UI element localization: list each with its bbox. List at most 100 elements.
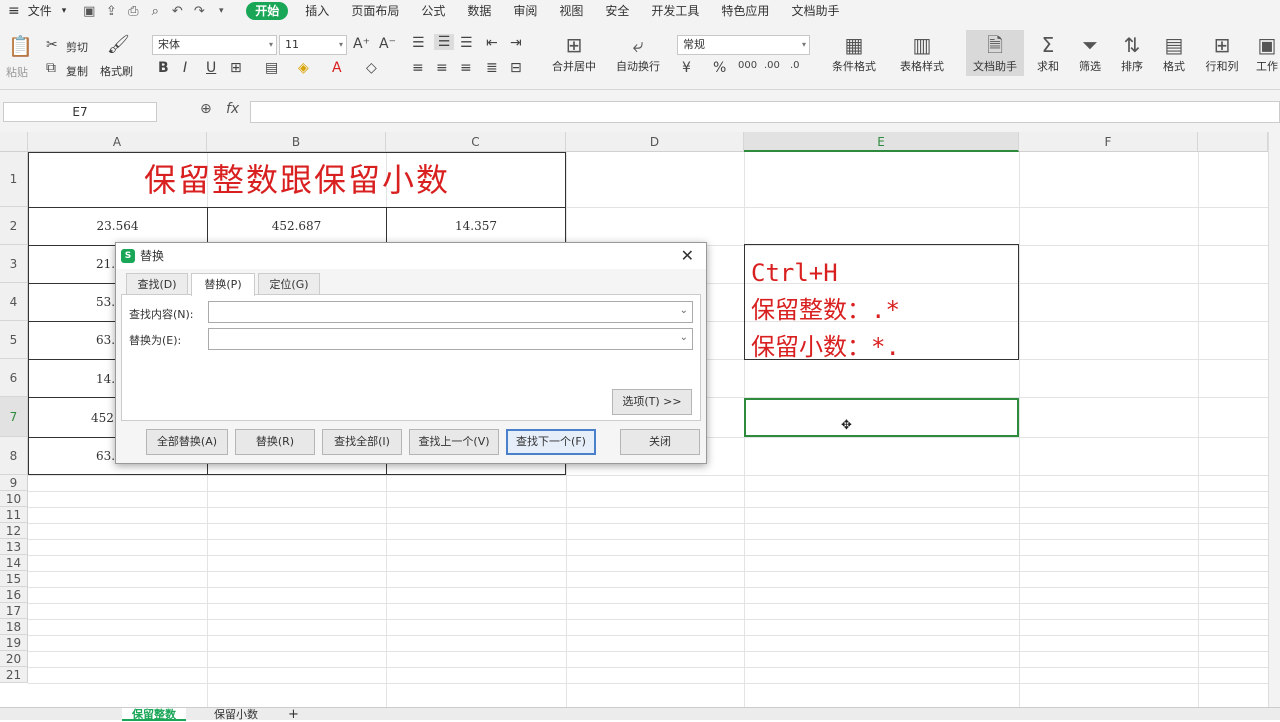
font-shrink-icon[interactable]: A⁻ [379, 36, 396, 52]
copy-icon[interactable]: ⧉ [46, 60, 56, 76]
options-button[interactable]: 选项(T) >> [612, 389, 692, 415]
indent-decrease-icon[interactable]: ⇤ [486, 35, 498, 51]
col-header-g[interactable] [1198, 132, 1268, 152]
replace-button[interactable]: 替换(R) [235, 429, 315, 455]
sheet-title[interactable]: 保留整数跟保留小数 [28, 152, 566, 207]
tab-find[interactable]: 查找(D) [126, 273, 188, 295]
format-painter-icon[interactable]: 🖌 [107, 34, 130, 55]
replace-all-button[interactable]: 全部替换(A) [146, 429, 228, 455]
auto-wrap-button[interactable]: ⤶ 自动换行 [610, 32, 666, 74]
replace-input[interactable]: ⌄ [208, 328, 693, 350]
align-left-icon[interactable]: ≡ [412, 60, 424, 76]
find-all-button[interactable]: 查找全部(I) [322, 429, 402, 455]
align-middle-icon[interactable]: ☰ [434, 34, 454, 50]
tab-home[interactable]: 开始 [246, 2, 289, 20]
row-header[interactable]: 18 [0, 619, 28, 635]
fill-color-icon[interactable]: ◈ [298, 60, 309, 76]
row-header[interactable]: 7 [0, 397, 28, 437]
tab-security[interactable]: 安全 [594, 0, 640, 22]
align-top-icon[interactable]: ☰ [412, 35, 425, 51]
tab-view[interactable]: 视图 [548, 0, 594, 22]
italic-button[interactable]: I [183, 60, 187, 76]
tab-replace[interactable]: 替换(P) [191, 273, 255, 296]
bold-button[interactable]: B [158, 60, 169, 76]
fill-style-icon[interactable]: ▤ [265, 60, 278, 76]
row-col-button[interactable]: ⊞ 行和列 [1200, 32, 1244, 74]
row-header[interactable]: 6 [0, 359, 28, 397]
tab-developer[interactable]: 开发工具 [640, 0, 710, 22]
zoom-icon[interactable]: ⊕ [200, 101, 212, 117]
font-grow-icon[interactable]: A⁺ [353, 36, 370, 52]
doc-assistant-button[interactable]: 🗎 文档助手 [966, 30, 1024, 76]
thousands-icon[interactable]: 000 [738, 60, 757, 71]
name-box[interactable]: E7 [3, 102, 157, 122]
row-header[interactable]: 2 [0, 207, 28, 245]
font-size-select[interactable]: 11 ▾ [279, 35, 347, 55]
row-header[interactable]: 4 [0, 283, 28, 321]
vertical-scrollbar[interactable] [1268, 132, 1280, 707]
tab-review[interactable]: 审阅 [502, 0, 548, 22]
table-style-button[interactable]: ▥ 表格样式 [891, 32, 953, 74]
chevron-down-icon[interactable]: ▾ [56, 0, 73, 22]
filter-button[interactable]: ⏷ 筛选 [1072, 32, 1108, 74]
tab-data[interactable]: 数据 [456, 0, 502, 22]
tab-doc-assistant[interactable]: 文档助手 [780, 0, 850, 22]
border-icon[interactable]: ⊞ [230, 60, 242, 76]
shortcut-note[interactable]: Ctrl+H 保留整数：.* 保留小数：*. [744, 244, 1019, 361]
formula-input[interactable] [250, 101, 1280, 123]
cell-c2[interactable]: 14.357 [386, 219, 566, 233]
tab-features[interactable]: 特色应用 [710, 0, 780, 22]
align-bottom-icon[interactable]: ☰ [460, 35, 473, 51]
find-previous-button[interactable]: 查找上一个(V) [409, 429, 499, 455]
cell-a2[interactable]: 23.564 [28, 219, 207, 233]
cell-a5[interactable]: 63. [96, 333, 115, 347]
sort-button[interactable]: ⇅ 排序 [1114, 32, 1150, 74]
font-name-select[interactable]: 宋体 ▾ [152, 35, 277, 55]
paste-icon[interactable]: 📋 [8, 34, 33, 58]
cell-a4[interactable]: 53. [96, 295, 115, 309]
row-header[interactable]: 21 [0, 667, 28, 683]
row-header[interactable]: 9 [0, 475, 28, 491]
preview-icon[interactable]: ⌕ [144, 4, 166, 19]
percent-icon[interactable]: % [713, 60, 726, 76]
cell-a8[interactable]: 63. [96, 449, 115, 463]
col-header-e[interactable]: E [744, 132, 1019, 152]
decrease-decimal-icon[interactable]: .0 [790, 60, 800, 71]
hamburger-icon[interactable]: ≡ [0, 0, 24, 22]
increase-decimal-icon[interactable]: .00 [764, 60, 780, 71]
close-button[interactable]: 关闭 [620, 429, 700, 455]
cell-a7[interactable]: 452 [91, 411, 114, 425]
paste-button[interactable]: 粘贴 [6, 64, 28, 80]
currency-icon[interactable]: ¥ [682, 60, 691, 76]
tab-formulas[interactable]: 公式 [410, 0, 456, 22]
row-header[interactable]: 13 [0, 539, 28, 555]
scissors-icon[interactable]: ✂ [46, 37, 58, 53]
row-header[interactable]: 5 [0, 321, 28, 359]
row-header[interactable]: 1 [0, 152, 28, 207]
corner-select-all[interactable] [0, 132, 28, 152]
row-header[interactable]: 8 [0, 437, 28, 475]
save-icon[interactable]: ▣ [78, 4, 100, 19]
chevron-down-icon[interactable]: ⌄ [680, 332, 688, 343]
undo-icon[interactable]: ↶ [166, 4, 188, 19]
export-icon[interactable]: ⇪ [100, 4, 122, 19]
indent-increase-icon[interactable]: ⇥ [510, 35, 522, 51]
cell-a3[interactable]: 21. [96, 257, 115, 271]
print-icon[interactable]: ⎙ [122, 4, 144, 19]
cell-a6[interactable]: 14. [96, 372, 115, 386]
merge-center-button[interactable]: ⊞ 合并居中 [543, 32, 605, 74]
row-header[interactable]: 19 [0, 635, 28, 651]
chevron-down-icon[interactable]: ⌄ [680, 305, 688, 316]
number-format-select[interactable]: 常规 ▾ [677, 35, 810, 55]
format-painter-button[interactable]: 格式刷 [100, 63, 133, 79]
worksheet-button[interactable]: ▣ 工作 [1254, 32, 1280, 74]
tab-insert[interactable]: 插入 [294, 0, 340, 22]
close-icon[interactable]: ✕ [681, 243, 694, 269]
row-header[interactable]: 12 [0, 523, 28, 539]
sheet-tab-integer[interactable]: 保留整数 [122, 708, 186, 721]
col-header-c[interactable]: C [386, 132, 566, 152]
underline-button[interactable]: U [206, 60, 216, 76]
row-header[interactable]: 14 [0, 555, 28, 571]
font-color-icon[interactable]: A [332, 60, 342, 76]
eraser-icon[interactable]: ◇ [366, 60, 377, 76]
